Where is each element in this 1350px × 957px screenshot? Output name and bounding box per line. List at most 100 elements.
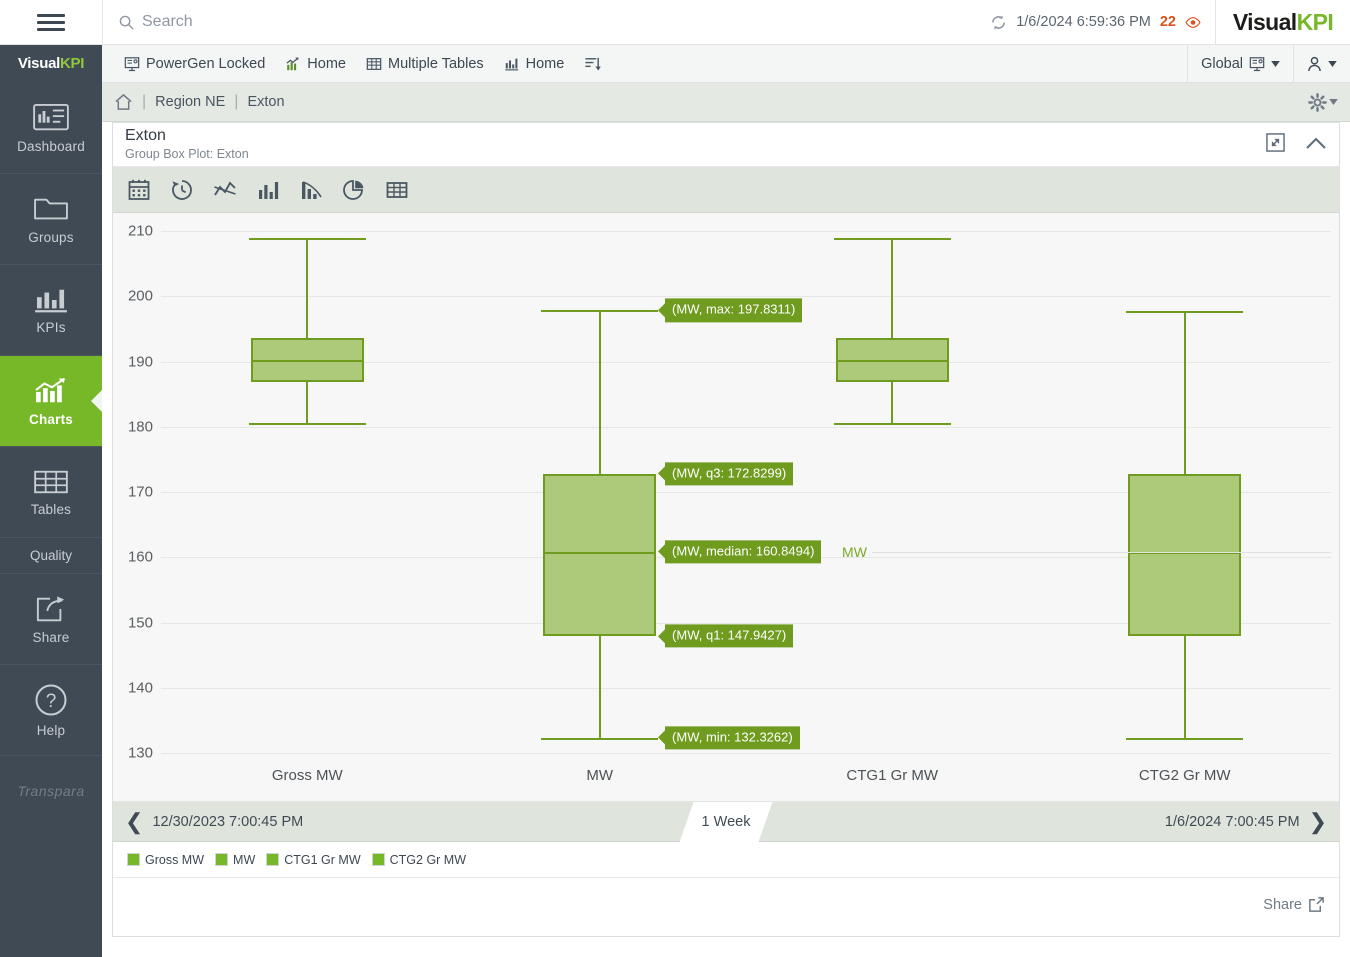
sidebar-item-groups[interactable]: Groups [0,174,102,265]
data-annotation-tooltip: (MW, median: 160.8494) [665,540,822,564]
y-axis-tick-label: 180 [127,418,153,436]
table-grid-icon[interactable] [385,178,409,202]
legend-swatch [266,853,280,866]
expand-button[interactable] [1266,132,1285,157]
time-range-duration[interactable]: 1 Week [680,802,773,842]
column-chart-icon[interactable] [256,178,280,202]
top-bar: Search 1/6/2024 6:59:36 PM 22 VisualKPI [0,0,1350,45]
chevron-down-icon [1329,99,1338,105]
sidebar-item-label: Share [32,629,70,645]
sidebar-item-share[interactable]: Share [0,574,102,665]
nav-item-home-chart[interactable]: Home [277,52,354,76]
svg-text:?: ? [46,691,57,712]
box-plot-box[interactable] [543,473,657,636]
sidebar-logo: VisualKPI [0,44,102,83]
sidebar-item-label: Charts [29,411,73,427]
chart-toolbar [113,167,1339,213]
navigation-items: PowerGen Locked Home Multiple Tables Hom… [102,51,1187,76]
y-axis-tick-label: 130 [127,744,153,762]
plot-area[interactable]: 130 140 150 160 170 180 190 200 210 Gross MW MW CTG… [128,223,1331,784]
legend-label: MW [233,852,256,867]
expand-icon [1266,132,1285,152]
share-bar: Share [113,878,1339,931]
user-menu[interactable] [1293,44,1350,83]
y-axis-tick-label: 160 [127,548,153,566]
chart-trend-icon [35,377,66,402]
brand-name-primary: Visual [1232,8,1297,35]
navbar-logo-secondary: KPI [60,55,85,72]
cap-min [833,423,951,426]
sidebar-item-tables[interactable]: Tables [0,447,102,538]
monitor-icon [1249,56,1265,71]
breadcrumb-item-region[interactable]: Region NE [155,94,225,110]
breadcrumb: | Region NE | Exton [102,83,1350,122]
nav-item-powergen-locked[interactable]: PowerGen Locked [116,52,273,76]
pie-chart-icon[interactable] [342,178,366,202]
grid-table-icon [34,470,68,493]
home-icon[interactable] [114,93,133,111]
global-selector[interactable]: Global [1187,44,1293,83]
whisker-lower [598,635,601,738]
share-button[interactable]: Share [1263,897,1302,913]
legend-item[interactable]: Gross MW [127,853,204,867]
dashboard-icon [33,103,69,130]
mixed-chart-icon[interactable] [299,178,323,202]
sidebar-item-kpis[interactable]: KPIs [0,265,102,356]
sidebar-item-help[interactable]: ? Help [0,665,102,756]
time-range-end: 1/6/2024 7:00:45 PM [1164,813,1300,830]
brand-name-secondary: KPI [1296,8,1334,35]
menu-icon[interactable] [0,0,102,45]
nav-item-home-bars[interactable]: Home [496,52,573,76]
panel-actions [1266,132,1327,157]
navigation-bar: VisualKPI PowerGen Locked Home Multiple … [0,44,1350,83]
panel-header-text: Exton Group Box Plot: Exton [125,127,249,162]
whisker-lower [891,381,894,424]
settings-menu[interactable] [1308,92,1338,112]
history-clock-icon[interactable] [170,178,194,202]
sidebar-item-quality[interactable]: Quality [0,538,102,574]
monitor-icon [124,56,140,71]
nav-item-multiple-tables[interactable]: Multiple Tables [358,52,492,76]
legend-label: Gross MW [145,852,205,867]
chevron-down-icon [1271,60,1280,67]
navbar-logo-primary: Visual [17,55,60,72]
nav-item-sort[interactable] [576,51,609,76]
time-range-start: 12/30/2023 7:00:45 PM [152,813,304,830]
previous-period-button[interactable]: ❮ 12/30/2023 7:00:45 PM [113,810,304,833]
sidebar-item-label: KPIs [36,319,66,335]
share-external-icon[interactable] [1308,896,1325,913]
search-placeholder: Search [142,13,193,30]
sidebar-item-charts[interactable]: Charts [0,356,102,447]
legend-item[interactable]: CTG1 Gr MW [266,853,361,867]
calendar-icon[interactable] [127,178,151,202]
collapse-button[interactable] [1305,133,1327,156]
y-axis-unit-label: MW [842,543,867,560]
share-arrow-icon [36,595,65,621]
sidebar-quality-label: Quality [29,548,73,563]
refresh-icon[interactable] [990,14,1007,31]
next-period-button[interactable]: 1/6/2024 7:00:45 PM ❯ [1164,810,1339,833]
refresh-status: 1/6/2024 6:59:36 PM 22 [990,14,1215,31]
x-axis-label: CTG2 Gr MW [1138,767,1231,784]
question-circle-icon: ? [35,684,67,715]
line-chart-icon[interactable] [213,178,237,202]
bar-chart-icon [504,58,518,70]
box-plot-chart: 130 140 150 160 170 180 190 200 210 Gross MW MW CTG… [113,213,1339,802]
data-annotation-tooltip: (MW, min: 132.3262) [665,726,800,750]
legend-item[interactable]: CTG2 Gr MW [371,853,466,867]
unit-rule [872,551,1331,553]
breadcrumb-item-node[interactable]: Exton [247,94,284,110]
cap-min [248,423,366,426]
search-input[interactable]: Search [103,0,990,45]
x-axis-label: Gross MW [271,767,343,784]
median-line [543,551,657,554]
time-range-bar: ❮ 12/30/2023 7:00:45 PM 1 Week 1/6/2024 … [113,802,1339,842]
refresh-timestamp: 1/6/2024 6:59:36 PM [1016,14,1151,30]
brand-logo: VisualKPI [1215,0,1350,45]
box-plot-box[interactable] [1128,473,1242,637]
sidebar-item-dashboard[interactable]: Dashboard [0,83,102,174]
whisker-upper [598,310,601,474]
breadcrumb-separator: | [234,93,239,110]
y-axis-tick-label: 210 [127,222,153,240]
legend-item[interactable]: MW [215,853,255,867]
